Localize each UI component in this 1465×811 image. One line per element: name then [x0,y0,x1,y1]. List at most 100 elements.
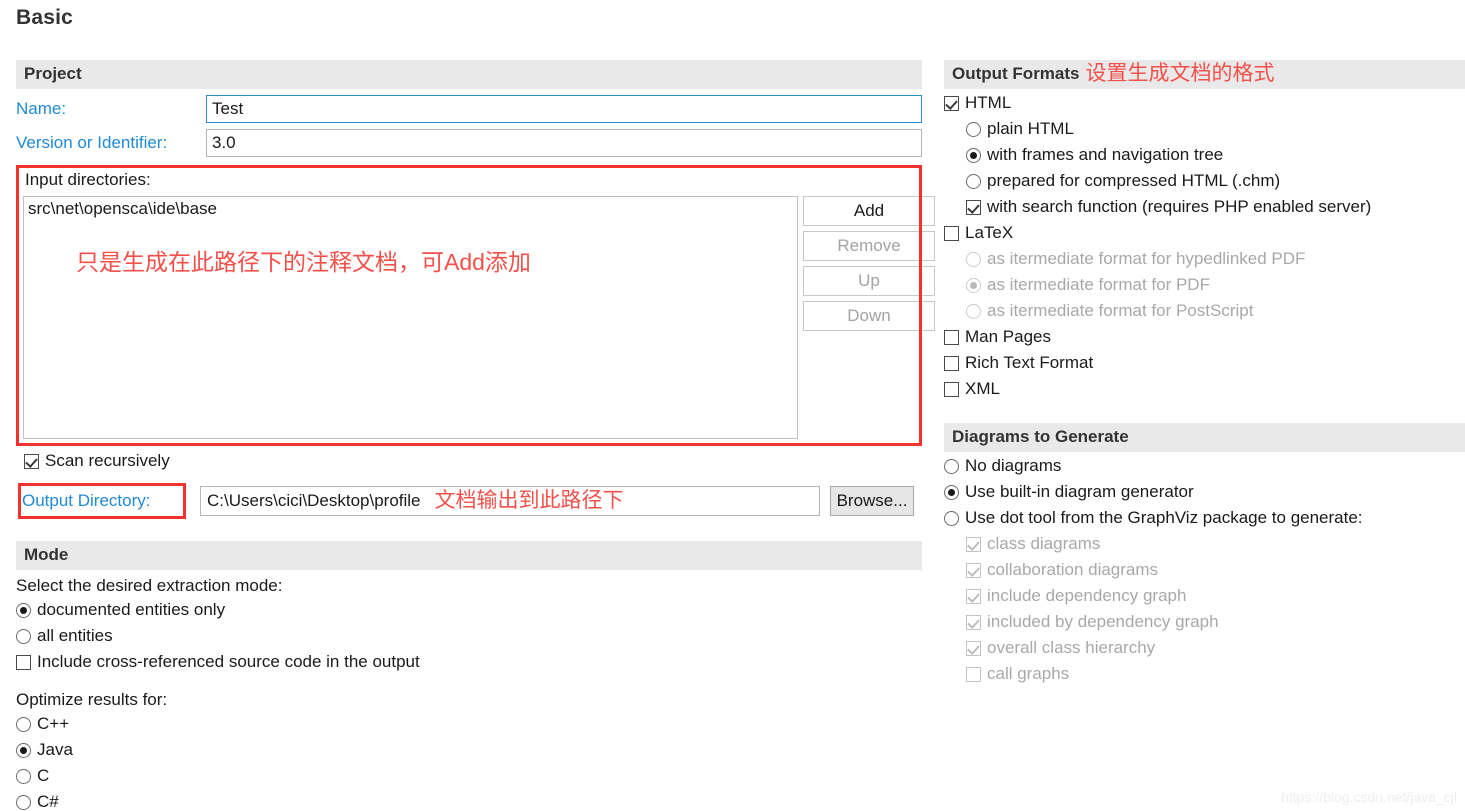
extraction-mode-all-entities[interactable]: all entities [16,624,922,648]
checkbox-man-pages[interactable] [944,329,959,345]
diagram-call-graphs: call graphs [966,662,1465,686]
project-name-label: Name: [16,99,67,118]
extraction-mode-all-entities-label: all entities [37,626,113,645]
project-section-header-label: Project [24,64,82,83]
format-html-search[interactable]: with search function (requires PHP enabl… [966,195,1465,219]
up-button[interactable]: Up [803,266,935,296]
diagram-no-diagrams[interactable]: No diagrams [944,454,1465,478]
optimize-option-csharp[interactable]: C# [16,790,922,811]
format-man-pages[interactable]: Man Pages [944,325,1465,349]
include-cross-referenced-source-label: Include cross-referenced source code in … [37,652,420,671]
input-directories-button-stack: Add Remove Up Down [803,196,935,336]
optimize-option-csharp-label: C# [37,792,59,811]
diagram-no-diagrams-label: No diagrams [965,456,1062,475]
input-directories-listbox[interactable]: src\net\opensca\ide\base 只是生成在此路径下的注释文档，… [23,196,798,439]
diagram-included-by-dependency-graph-label: included by dependency graph [987,612,1219,631]
scan-recursively-row[interactable]: Scan recursively [24,451,170,471]
radio-html-compressed-chm[interactable] [966,173,981,189]
format-latex-postscript-label: as itermediate format for PostScript [987,301,1254,320]
radio-no-diagrams[interactable] [944,458,959,474]
checkbox-latex[interactable] [944,225,959,241]
output-formats-annotation-note: 设置生成文档的格式 [1085,62,1275,85]
format-rich-text-label: Rich Text Format [965,353,1094,372]
radio-plain-html[interactable] [966,121,981,137]
radio-html-frames-navigation-tree[interactable] [966,147,981,163]
output-directory-value: C:\Users\cici\Desktop\profile [207,491,421,510]
format-html-plain[interactable]: plain HTML [966,117,1465,141]
format-html-frames[interactable]: with frames and navigation tree [966,143,1465,167]
remove-button[interactable]: Remove [803,231,935,261]
mode-section-header-label: Mode [24,545,69,564]
diagram-dot-tool[interactable]: Use dot tool from the GraphViz package t… [944,506,1465,530]
format-latex-hyperlinked-pdf-label: as itermediate format for hypedlinked PD… [987,249,1306,268]
optimize-option-c-label: C [37,766,50,785]
diagram-include-dependency-graph: include dependency graph [966,584,1465,608]
checkbox-include-cross-referenced-source[interactable] [16,654,31,670]
checkbox-include-dependency-graph [966,588,981,604]
radio-optimize-csharp[interactable] [16,794,31,810]
right-column: Output Formats 设置生成文档的格式 HTML plain HTML … [944,60,1465,686]
project-name-input[interactable] [206,95,922,123]
add-button[interactable]: Add [803,196,935,226]
optimize-option-cpp[interactable]: C++ [16,712,922,736]
format-latex-postscript: as itermediate format for PostScript [966,299,1465,323]
format-html[interactable]: HTML [944,91,1465,115]
project-version-label: Version or Identifier: [16,133,168,152]
scan-recursively-label: Scan recursively [45,451,170,470]
watermark: https://blog.csdn.net/java_cjl [1281,789,1457,805]
format-latex-pdf-label: as itermediate format for PDF [987,275,1210,294]
down-button[interactable]: Down [803,301,935,331]
diagram-collaboration-diagrams: collaboration diagrams [966,558,1465,582]
left-column: Project Name: Version or Identifier: [16,60,922,157]
format-man-pages-label: Man Pages [965,327,1051,346]
radio-latex-pdf [966,277,981,293]
checkbox-html-search-function[interactable] [966,199,981,215]
browse-button[interactable]: Browse... [830,486,914,516]
diagram-class-diagrams: class diagrams [966,532,1465,556]
format-html-frames-label: with frames and navigation tree [987,145,1224,164]
checkbox-rich-text-format[interactable] [944,355,959,371]
format-html-chm[interactable]: prepared for compressed HTML (.chm) [966,169,1465,193]
mode-section: Mode Select the desired extraction mode:… [16,541,922,811]
scan-recursively-checkbox[interactable] [24,453,39,469]
extraction-mode-prompt: Select the desired extraction mode: [16,576,283,595]
radio-all-entities[interactable] [16,628,31,644]
radio-optimize-cpp[interactable] [16,716,31,732]
radio-builtin-diagram-generator[interactable] [944,484,959,500]
diagram-dot-tool-label: Use dot tool from the GraphViz package t… [965,508,1363,527]
radio-dot-tool-graphviz[interactable] [944,510,959,526]
output-formats-section-header: Output Formats 设置生成文档的格式 [944,60,1465,89]
radio-documented-entities-only[interactable] [16,602,31,618]
format-xml-label: XML [965,379,1000,398]
page-title: Basic [16,6,74,29]
diagram-builtin-generator[interactable]: Use built-in diagram generator [944,480,1465,504]
format-latex[interactable]: LaTeX [944,221,1465,245]
output-directory-annotation-note: 文档输出到此路径下 [434,489,624,512]
checkbox-xml[interactable] [944,381,959,397]
input-directories-block: Input directories: src\net\opensca\ide\b… [16,165,935,446]
output-formats-section-header-label: Output Formats [952,64,1080,83]
project-version-input[interactable] [206,129,922,157]
include-cross-referenced-source[interactable]: Include cross-referenced source code in … [16,650,922,674]
output-directory-label: Output Directory: [22,491,151,510]
extraction-mode-documented-only[interactable]: documented entities only [16,598,922,622]
mode-section-header: Mode [16,541,922,570]
checkbox-html[interactable] [944,95,959,111]
diagrams-section-header: Diagrams to Generate [944,423,1465,452]
format-html-plain-label: plain HTML [987,119,1074,138]
project-section-header: Project [16,60,922,89]
output-directory-input[interactable]: C:\Users\cici\Desktop\profile 文档输出到此路径下 [200,486,820,516]
format-xml[interactable]: XML [944,377,1465,401]
radio-optimize-c[interactable] [16,768,31,784]
diagram-collaboration-diagrams-label: collaboration diagrams [987,560,1159,579]
diagram-class-diagrams-label: class diagrams [987,534,1101,553]
radio-optimize-java[interactable] [16,742,31,758]
optimize-option-c[interactable]: C [16,764,922,788]
optimize-option-java[interactable]: Java [16,738,922,762]
format-latex-pdf: as itermediate format for PDF [966,273,1465,297]
diagram-overall-class-hierarchy: overall class hierarchy [966,636,1465,660]
format-html-label: HTML [965,93,1012,112]
list-item[interactable]: src\net\opensca\ide\base [24,197,797,219]
format-rich-text[interactable]: Rich Text Format [944,351,1465,375]
diagrams-section-header-label: Diagrams to Generate [952,427,1129,446]
